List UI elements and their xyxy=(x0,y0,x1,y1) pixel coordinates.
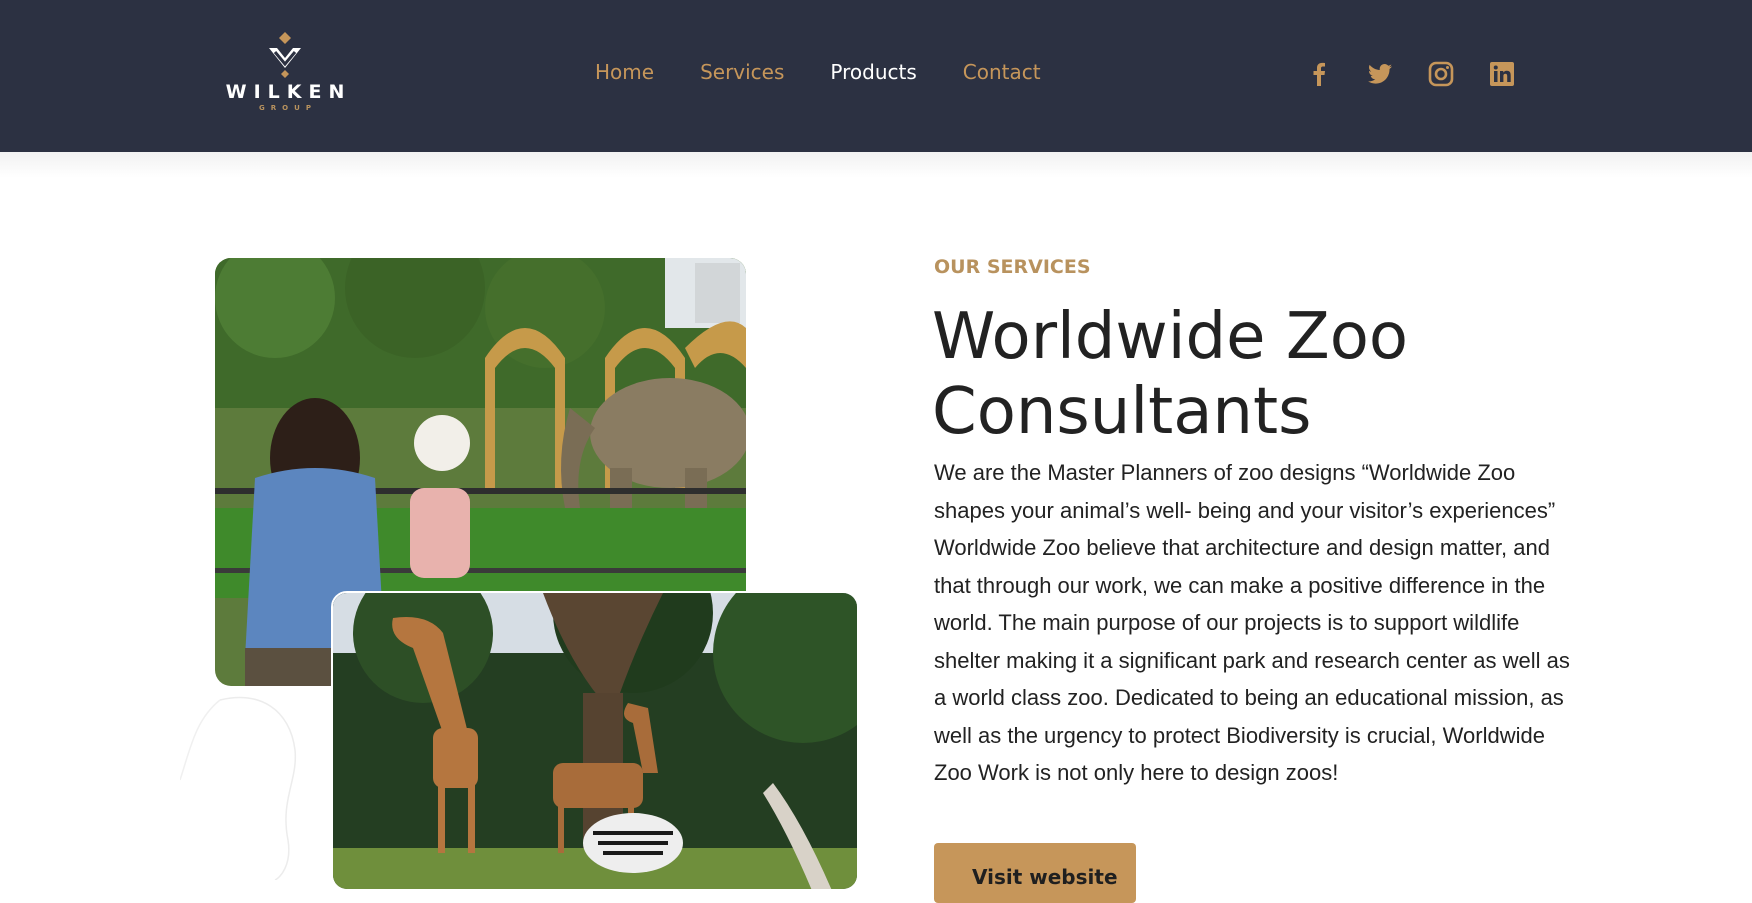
logo-mark-icon xyxy=(269,32,301,78)
linkedin-icon[interactable] xyxy=(1488,60,1516,88)
main-nav: Home Services Products Contact xyxy=(595,60,1041,84)
nav-services[interactable]: Services xyxy=(700,60,784,84)
section-eyebrow: OUR SERVICES xyxy=(934,256,1091,278)
logo-subtitle: GROUP xyxy=(259,104,317,112)
page-title: Worldwide Zoo Consultants xyxy=(932,300,1612,450)
title-line-2: Consultants xyxy=(932,375,1312,449)
nav-home[interactable]: Home xyxy=(595,60,654,84)
facebook-icon[interactable] xyxy=(1305,60,1333,88)
instagram-icon[interactable] xyxy=(1427,60,1455,88)
nav-contact[interactable]: Contact xyxy=(963,60,1041,84)
nav-products[interactable]: Products xyxy=(830,60,916,84)
social-links xyxy=(1305,60,1516,88)
wilken-logo[interactable]: WILKEN GROUP xyxy=(225,30,345,120)
site-header: WILKEN GROUP Home Services Products Cont… xyxy=(0,0,1752,152)
decorative-outline xyxy=(180,696,297,880)
services-description: We are the Master Planners of zoo design… xyxy=(934,460,1570,785)
visit-website-button[interactable]: Visit website xyxy=(934,843,1136,903)
title-line-1: Worldwide Zoo xyxy=(932,300,1409,374)
twitter-icon[interactable] xyxy=(1366,60,1394,88)
zoo-giraffes-zebras-image xyxy=(331,591,859,891)
logo-wordmark: WILKEN xyxy=(225,81,352,103)
header-shadow xyxy=(0,152,1752,178)
